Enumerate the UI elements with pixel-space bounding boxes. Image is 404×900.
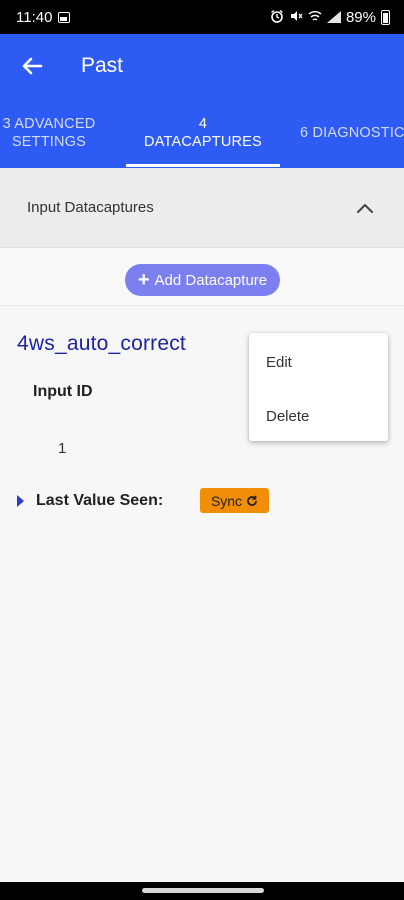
refresh-icon [247, 495, 257, 506]
section-title: Input Datacaptures [27, 199, 154, 216]
datacapture-name: 4ws_auto_correct [17, 332, 186, 355]
mute-icon [289, 9, 303, 25]
tab-bar: 3 ADVANCED SETTINGS 4 DATACAPTURES 6 DIA… [0, 98, 404, 168]
chevron-up-icon[interactable] [356, 202, 374, 214]
context-menu: Edit Delete [249, 333, 388, 441]
home-gesture-bar[interactable] [142, 888, 264, 893]
input-id-label: Input ID [33, 383, 93, 400]
plus-icon: + [137, 269, 150, 291]
tab-advanced-settings[interactable]: 3 ADVANCED SETTINGS [0, 98, 103, 168]
gallery-icon [58, 11, 71, 23]
battery-percent: 89% [345, 8, 376, 26]
status-time: 11:40 [16, 8, 53, 26]
app-bar: Past [0, 34, 404, 98]
add-datacapture-label: Add Datacapture [154, 271, 268, 289]
last-value-row[interactable]: Last Value Seen: [17, 488, 317, 514]
arrow-left-icon [22, 57, 43, 75]
tab-indicator [126, 164, 280, 167]
menu-item-edit[interactable]: Edit [266, 354, 292, 371]
sync-label: Sync [210, 492, 243, 509]
add-row: + Add Datacapture [0, 248, 404, 306]
input-datacaptures-header[interactable]: Input Datacaptures [0, 168, 404, 248]
tab-datacaptures[interactable]: 4 DATACAPTURES [126, 98, 280, 168]
system-nav-bar [0, 882, 404, 900]
add-datacapture-button[interactable]: + Add Datacapture [125, 264, 280, 296]
back-button[interactable] [0, 34, 64, 98]
tab-diagnostics[interactable]: 6 DIAGNOSTIC [300, 98, 404, 168]
battery-icon [381, 9, 390, 25]
wifi-icon [308, 9, 322, 25]
status-right: 89% [270, 9, 390, 26]
alarm-icon [270, 9, 284, 25]
input-id-value: 1 [58, 440, 67, 457]
sync-button[interactable]: Sync [200, 488, 269, 513]
signal-icon [326, 11, 341, 23]
menu-item-delete[interactable]: Delete [266, 408, 309, 425]
status-left: 11:40 [16, 8, 71, 26]
status-bar: 11:40 89% [0, 0, 404, 34]
page-title: Past [81, 54, 124, 77]
last-value-label: Last Value Seen: [36, 492, 164, 509]
expand-caret-icon[interactable] [17, 495, 24, 507]
